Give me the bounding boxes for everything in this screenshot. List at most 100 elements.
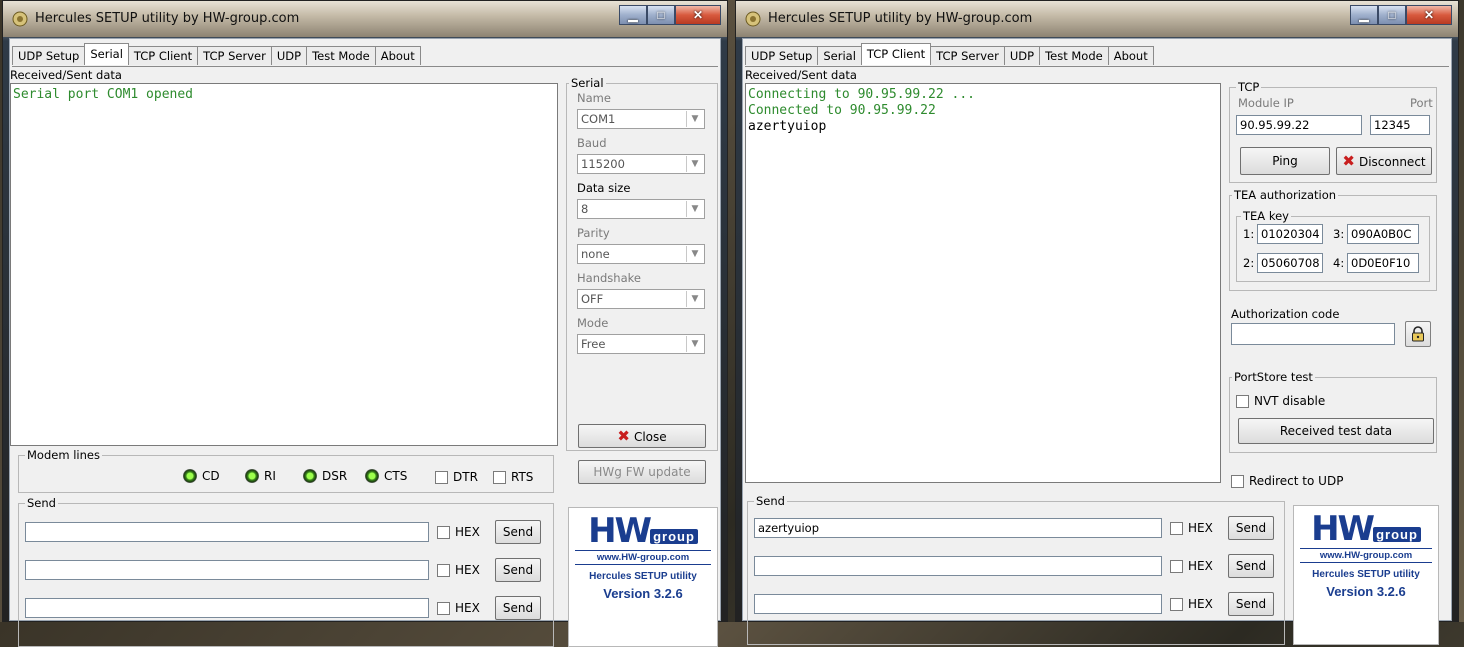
received-data-label: Received/Sent data [10,68,122,82]
window-title: Hercules SETUP utility by HW-group.com [768,11,1033,26]
hex-checkbox-3[interactable]: HEX [1170,597,1213,611]
hwg-fw-update-button[interactable]: HWg FW update [578,460,706,484]
send-input-3[interactable] [754,594,1162,614]
key4-label: 4: [1333,256,1345,270]
rts-checkbox[interactable]: RTS [493,470,533,484]
datasize-select[interactable]: 8 ▼ [577,199,705,219]
tab-tcp-server[interactable]: TCP Server [197,46,272,65]
authorization-code-input[interactable] [1231,323,1395,345]
send-button-1[interactable]: Send [495,520,541,544]
tab-udp[interactable]: UDP [270,46,308,65]
close-port-button[interactable]: ✖ Close [578,424,706,448]
hercules-app-icon [12,11,28,27]
portstore-test-group: PortStore test NVT disable Received test… [1229,370,1437,453]
maximize-button[interactable]: □ [1378,5,1406,25]
mode-select[interactable]: Free ▼ [577,334,705,354]
baud-select[interactable]: 115200 ▼ [577,154,705,174]
hex-checkbox-2[interactable]: HEX [437,563,480,577]
dtr-checkbox[interactable]: DTR [435,470,478,484]
send-group-label: Send [25,496,58,510]
tea-key-1-input[interactable] [1257,224,1323,244]
received-data-box[interactable]: Connecting to 90.95.99.22 ... Connected … [745,83,1221,483]
received-test-data-button[interactable]: Received test data [1238,418,1434,444]
tab-strip: UDP Setup Serial TCP Client TCP Server U… [12,43,421,65]
parity-select[interactable]: none ▼ [577,244,705,264]
send-button-3[interactable]: Send [495,596,541,620]
received-data-box[interactable]: Serial port COM1 opened [10,83,558,446]
lock-button[interactable] [1405,321,1431,347]
chevron-down-icon: ▼ [686,246,703,262]
dsr-led: DSR [303,469,347,483]
send-button-2[interactable]: Send [1228,554,1274,578]
send-button-2[interactable]: Send [495,558,541,582]
key3-label: 3: [1333,227,1345,241]
tea-key-3-input[interactable] [1347,224,1419,244]
tea-key-2-input[interactable] [1257,253,1323,273]
nvt-disable-checkbox[interactable]: NVT disable [1236,394,1325,408]
received-line: Serial port COM1 opened [13,87,194,102]
send-button-3[interactable]: Send [1228,592,1274,616]
port-input[interactable] [1370,115,1430,135]
tab-udp-setup[interactable]: UDP Setup [12,46,86,65]
send-group-label: Send [754,494,787,508]
authorization-code-label: Authorization code [1231,307,1340,321]
title-bar[interactable]: Hercules SETUP utility by HW-group.com ▁… [736,1,1458,37]
handshake-label: Handshake [577,271,641,285]
mode-label: Mode [577,316,609,330]
tab-serial[interactable]: Serial [84,43,129,65]
redirect-to-udp-checkbox[interactable]: Redirect to UDP [1231,474,1343,488]
hex-checkbox-3[interactable]: HEX [437,601,480,615]
send-input-1[interactable] [754,518,1162,538]
chevron-down-icon: ▼ [686,291,703,307]
tab-udp[interactable]: UDP [1003,46,1041,65]
received-line: Connected to 90.95.99.22 [748,103,936,118]
tea-key-4-input[interactable] [1347,253,1419,273]
tea-group-label: TEA authorization [1232,188,1339,202]
close-window-button[interactable]: ✕ [1406,5,1452,25]
tab-about[interactable]: About [1107,46,1154,65]
baud-label: Baud [577,136,607,150]
tab-about[interactable]: About [374,46,421,65]
maximize-button[interactable]: □ [647,5,675,25]
tab-tcp-client[interactable]: TCP Client [127,46,199,65]
received-line: azertyuiop [748,119,827,134]
minimize-button[interactable]: ▁ [619,5,647,25]
modem-lines-label: Modem lines [25,448,102,462]
tcp-group: TCP Module IP Port Ping ✖Disconnect [1229,80,1437,183]
tab-test-mode[interactable]: Test Mode [1039,46,1109,65]
module-ip-input[interactable] [1236,115,1362,135]
module-ip-label: Module IP [1238,96,1294,110]
send-input-3[interactable] [25,598,429,618]
send-input-1[interactable] [25,522,429,542]
ping-button[interactable]: Ping [1240,147,1330,175]
tab-serial[interactable]: Serial [817,46,862,65]
tab-panel-tcp-client: Received/Sent data Connecting to 90.95.9… [745,66,1449,645]
tab-udp-setup[interactable]: UDP Setup [745,46,819,65]
led-indicator-icon [365,469,379,483]
hercules-app-icon [745,11,761,27]
tab-test-mode[interactable]: Test Mode [306,46,376,65]
title-bar[interactable]: Hercules SETUP utility by HW-group.com ▁… [3,1,727,37]
parity-label: Parity [577,226,610,240]
tab-strip: UDP Setup Serial TCP Client TCP Server U… [745,43,1154,65]
minimize-button[interactable]: ▁ [1350,5,1378,25]
handshake-select[interactable]: OFF ▼ [577,289,705,309]
send-input-2[interactable] [25,560,429,580]
hex-checkbox-1[interactable]: HEX [437,525,480,539]
tea-key-label: TEA key [1241,209,1291,223]
led-indicator-icon [183,469,197,483]
send-button-1[interactable]: Send [1228,516,1274,540]
hex-checkbox-1[interactable]: HEX [1170,521,1213,535]
name-select[interactable]: COM1 ▼ [577,109,705,129]
hex-checkbox-2[interactable]: HEX [1170,559,1213,573]
hwgroup-logo: HW group www.HW-group.com Hercules SETUP … [1293,505,1439,645]
key2-label: 2: [1243,256,1255,270]
modem-lines-group: Modem lines CD RI DSR CTS DTR RTS [18,448,554,493]
close-window-button[interactable]: ✕ [675,5,721,25]
key1-label: 1: [1243,227,1255,241]
disconnect-button[interactable]: ✖ Disconnect [1336,147,1432,175]
send-input-2[interactable] [754,556,1162,576]
led-indicator-icon [245,469,259,483]
tab-tcp-client[interactable]: TCP Client [860,43,932,65]
tab-tcp-server[interactable]: TCP Server [930,46,1005,65]
